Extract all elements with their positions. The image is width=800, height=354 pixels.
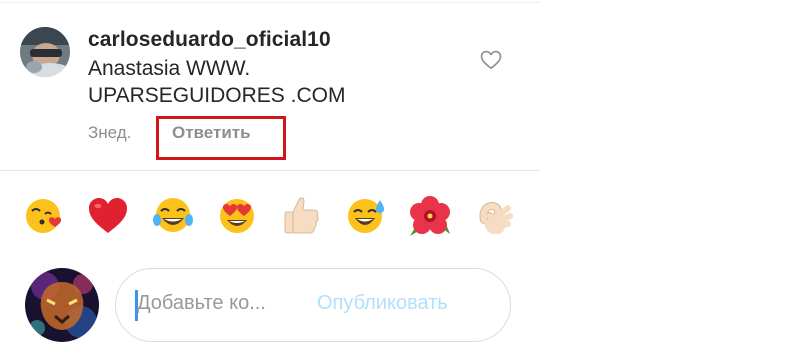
emoji-quick-bar [0, 194, 540, 238]
top-divider [0, 2, 540, 3]
tears-of-joy-emoji[interactable] [151, 194, 195, 238]
publish-button[interactable]: Опубликовать [317, 292, 448, 315]
comment-input[interactable]: Добавьте ко... Опубликовать [115, 268, 511, 342]
red-heart-emoji[interactable] [86, 194, 130, 238]
heart-eyes-emoji[interactable] [215, 194, 259, 238]
comment-input-placeholder: Добавьте ко... [137, 292, 266, 314]
comment-timestamp: Знед. [88, 123, 132, 142]
sweat-smile-emoji[interactable] [344, 194, 388, 238]
kissing-heart-emoji[interactable] [22, 194, 66, 238]
commenter-avatar[interactable] [20, 27, 70, 77]
reply-highlight-box [156, 116, 286, 160]
current-user-avatar[interactable] [25, 268, 99, 342]
hibiscus-emoji[interactable] [408, 194, 452, 238]
comment-text-line: Anastasia WWW. [88, 57, 251, 80]
comment-text-line: UPARSEGUIDORES .COM [88, 84, 346, 107]
section-divider [0, 170, 540, 171]
heart-outline-icon[interactable] [480, 50, 502, 70]
comment-text: Anastasia WWW. UPARSEGUIDORES .COM [88, 55, 388, 109]
comments-panel: carloseduardo_oficial10 Anastasia WWW. U… [0, 0, 540, 354]
comment-username[interactable]: carloseduardo_oficial10 [88, 28, 331, 52]
ok-hand-emoji[interactable] [472, 194, 516, 238]
thumbs-up-emoji[interactable] [279, 194, 323, 238]
